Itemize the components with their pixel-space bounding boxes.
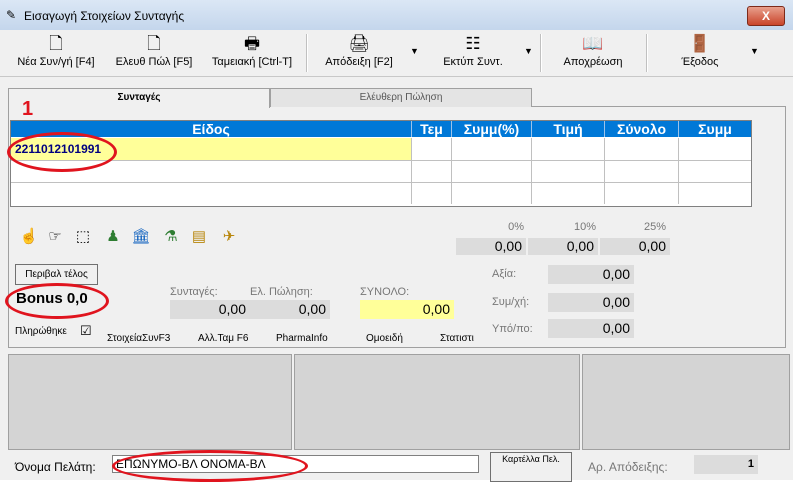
surround-button[interactable]: Περιβαλ τέλος	[15, 264, 98, 285]
table-cell[interactable]	[11, 183, 412, 204]
print-prescription-button[interactable]: ☷ Εκτύπ Συντ.	[430, 32, 516, 74]
percent-value-10: 0,00	[528, 238, 598, 255]
toolbar-separator	[540, 34, 542, 72]
table-cell[interactable]	[452, 183, 532, 204]
table-cell[interactable]	[452, 138, 532, 161]
exit-door-icon: 🚪	[689, 34, 711, 53]
table-cell[interactable]	[679, 138, 751, 161]
change-cash-link[interactable]: Αλλ.Ταμ F6	[198, 333, 248, 344]
column-header-percent[interactable]: Συμμ(%)	[452, 121, 532, 137]
receipt-number-label: Αρ. Απόδειξης:	[588, 460, 668, 474]
prescriptions-total-value: 0,00	[170, 300, 250, 319]
highlight-ellipse-customer	[112, 450, 308, 482]
table-cell[interactable]	[679, 161, 751, 183]
percent-label-25: 25%	[643, 221, 666, 233]
exit-dropdown-icon[interactable]: ▼	[750, 46, 759, 56]
items-grid[interactable]: Είδος Τεμ Συμμ(%) Τιμή Σύνολο Συμμ 22110…	[10, 120, 752, 207]
window-title: Εισαγωγή Στοιχείων Συνταγής	[24, 9, 185, 23]
table-cell[interactable]	[679, 183, 751, 204]
table-cell[interactable]	[605, 183, 679, 204]
percent-value-0: 0,00	[456, 238, 526, 255]
tab-free-sale[interactable]: Ελέυθερη Πώληση	[270, 88, 532, 107]
pharmainfo-link[interactable]: PharmaInfo	[276, 333, 328, 344]
table-cell[interactable]	[532, 138, 605, 161]
prescriptions-total-label: Συνταγές:	[170, 286, 218, 298]
customer-card-button[interactable]: Καρτέλλα Πελ.	[490, 452, 572, 482]
participation-amount: 0,00	[548, 293, 634, 312]
save-button[interactable]: 📖 Αποχρέωση	[552, 32, 634, 74]
title-bar: ✎ Εισαγωγή Στοιχείων Συνταγής X	[0, 0, 793, 31]
card-icon[interactable]: ▤	[188, 226, 210, 248]
document-icon: 🗋	[147, 34, 161, 53]
table-cell[interactable]	[412, 161, 452, 183]
plane-icon[interactable]: ✈	[218, 226, 240, 248]
printer-icon: 🖨	[348, 34, 370, 53]
print-list-icon: ☷	[465, 34, 481, 53]
app-icon: ✎	[6, 8, 17, 22]
value-label: Αξία:	[492, 268, 517, 280]
remainder-amount: 0,00	[548, 319, 634, 338]
cash-register-icon: 🖶	[243, 34, 261, 53]
receipt-dropdown-icon[interactable]: ▼	[410, 46, 419, 56]
percent-label-10: 10%	[573, 221, 596, 233]
exit-button[interactable]: 🚪 Έξοδος	[664, 32, 736, 74]
annotation-number: 1	[22, 98, 34, 120]
table-cell[interactable]	[532, 183, 605, 204]
percent-value-25: 0,00	[600, 238, 670, 255]
column-header-qty[interactable]: Τεμ	[412, 121, 452, 137]
remainder-label: Υπό/πο:	[492, 323, 533, 335]
book-icon: 📖	[582, 34, 604, 53]
info-panel-middle	[294, 354, 580, 450]
new-document-icon: 🗋	[49, 34, 63, 53]
toolbar-separator	[646, 34, 648, 72]
column-header-price[interactable]: Τιμή	[532, 121, 605, 137]
paid-label: Πληρώθηκε	[15, 326, 67, 337]
table-cell[interactable]	[412, 138, 452, 161]
tab-prescriptions[interactable]: Συνταγές	[8, 88, 270, 108]
grand-total-label: ΣΥΝΟΛΟ:	[360, 286, 410, 298]
participation-label: Συμ/χή:	[492, 296, 530, 308]
similar-link[interactable]: Ομοειδή	[366, 333, 403, 344]
table-cell[interactable]	[532, 161, 605, 183]
flask-icon[interactable]: ⚗	[160, 226, 182, 248]
table-cell[interactable]	[605, 138, 679, 161]
hand-icon[interactable]: ☝	[18, 226, 40, 248]
column-header-total[interactable]: Σύνολο	[605, 121, 679, 137]
new-prescription-button[interactable]: 🗋 Νέα Συν/γή [F4]	[8, 32, 104, 74]
highlight-ellipse-bonus	[5, 283, 109, 319]
table-cell[interactable]	[412, 183, 452, 204]
user-icon[interactable]: ♟	[102, 226, 124, 248]
cash-register-button[interactable]: 🖶 Ταμειακή [Ctrl-T]	[204, 32, 300, 74]
info-panel-left	[8, 354, 292, 450]
column-header-participation[interactable]: Συμμ	[679, 121, 751, 137]
prescription-info-link[interactable]: ΣτοιχείαΣυνF3	[107, 333, 170, 344]
grand-total-value: 0,00	[360, 300, 454, 319]
table-cell[interactable]	[605, 161, 679, 183]
toolbar-separator	[306, 34, 308, 72]
highlight-ellipse-barcode	[7, 132, 117, 172]
paid-checkbox[interactable]: ☑	[80, 323, 92, 339]
selection-icon[interactable]: ⬚	[72, 226, 94, 248]
free-sale-total-label: Ελ. Πώληση:	[250, 286, 313, 298]
building-icon[interactable]: 🏛	[130, 226, 152, 248]
free-sale-total-value: 0,00	[250, 300, 330, 319]
receipt-number-value: 1	[694, 455, 758, 474]
value-amount: 0,00	[548, 265, 634, 284]
free-sale-button[interactable]: 🗋 Ελευθ Πώλ [F5]	[108, 32, 200, 74]
info-panel-right	[582, 354, 790, 450]
receipt-button[interactable]: 🖨 Απόδειξη [F2]	[316, 32, 402, 74]
statistics-link[interactable]: Στατιστι	[440, 333, 474, 344]
table-cell[interactable]	[452, 161, 532, 183]
pointer-icon[interactable]: ☞	[44, 226, 66, 248]
toolbar: 🗋 Νέα Συν/γή [F4] 🗋 Ελευθ Πώλ [F5] 🖶 Ταμ…	[0, 30, 793, 77]
print-dropdown-icon[interactable]: ▼	[524, 46, 533, 56]
percent-label-0: 0%	[508, 221, 524, 233]
customer-label: Όνομα Πελάτη:	[15, 460, 96, 474]
close-button[interactable]: X	[747, 6, 785, 26]
